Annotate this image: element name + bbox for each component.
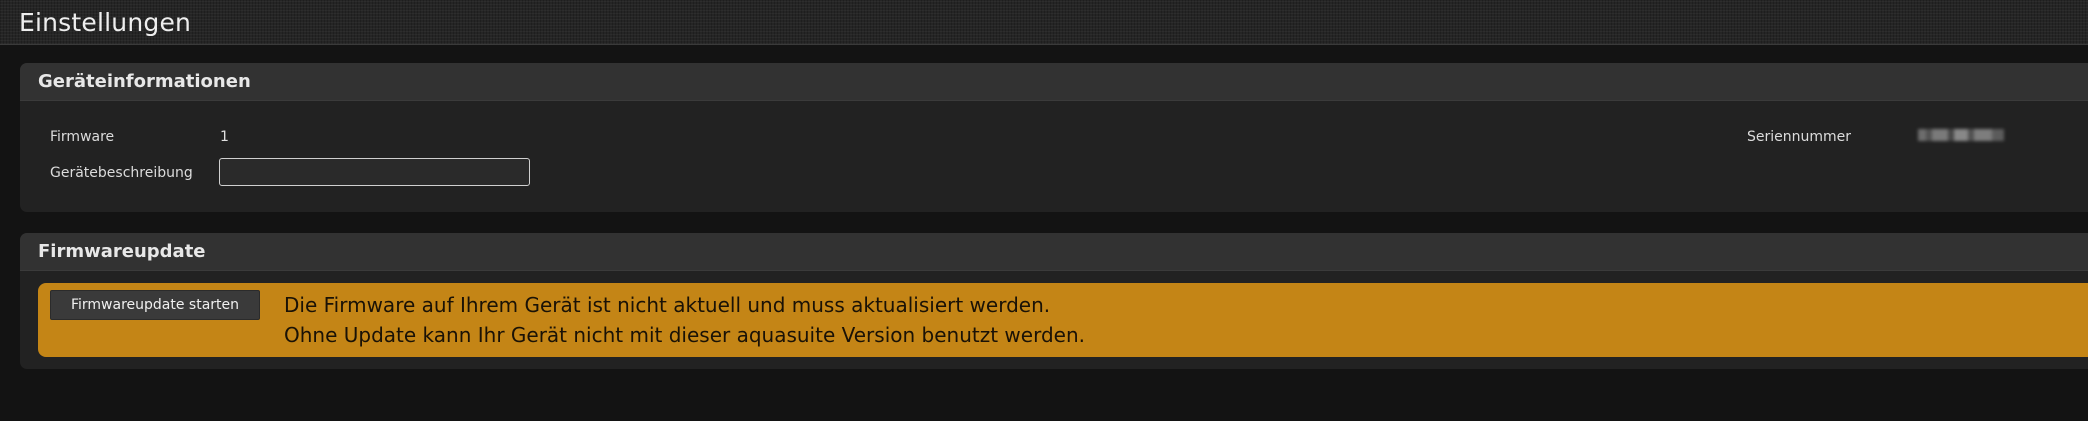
- firmware-value: 1: [220, 129, 229, 145]
- settings-page: Einstellungen Geräteinformationen Firmwa…: [0, 0, 2088, 421]
- firmware-warning-banner: Firmwareupdate starten Die Firmware auf …: [38, 283, 2088, 357]
- start-firmware-update-button[interactable]: Firmwareupdate starten: [50, 290, 260, 320]
- serial-number-label: Seriennummer: [1747, 129, 1852, 145]
- firmware-label: Firmware: [50, 129, 115, 145]
- page-title: Einstellungen: [19, 8, 192, 37]
- warning-text-line-1: Die Firmware auf Ihrem Gerät ist nicht a…: [284, 293, 1051, 317]
- device-description-input[interactable]: [219, 158, 530, 186]
- serial-number-value-redacted: [1918, 129, 2004, 141]
- device-info-panel: Geräteinformationen Firmware 1 Gerätebes…: [20, 63, 2088, 212]
- firmware-update-panel-header: Firmwareupdate: [20, 233, 2088, 271]
- warning-text-line-2: Ohne Update kann Ihr Gerät nicht mit die…: [284, 323, 1085, 347]
- title-bar: Einstellungen: [0, 0, 2088, 45]
- device-description-label: Gerätebeschreibung: [50, 165, 193, 181]
- device-info-title: Geräteinformationen: [38, 71, 251, 92]
- firmware-update-panel: Firmwareupdate Firmwareupdate starten Di…: [20, 233, 2088, 369]
- firmware-update-title: Firmwareupdate: [38, 241, 206, 262]
- device-info-panel-header: Geräteinformationen: [20, 63, 2088, 101]
